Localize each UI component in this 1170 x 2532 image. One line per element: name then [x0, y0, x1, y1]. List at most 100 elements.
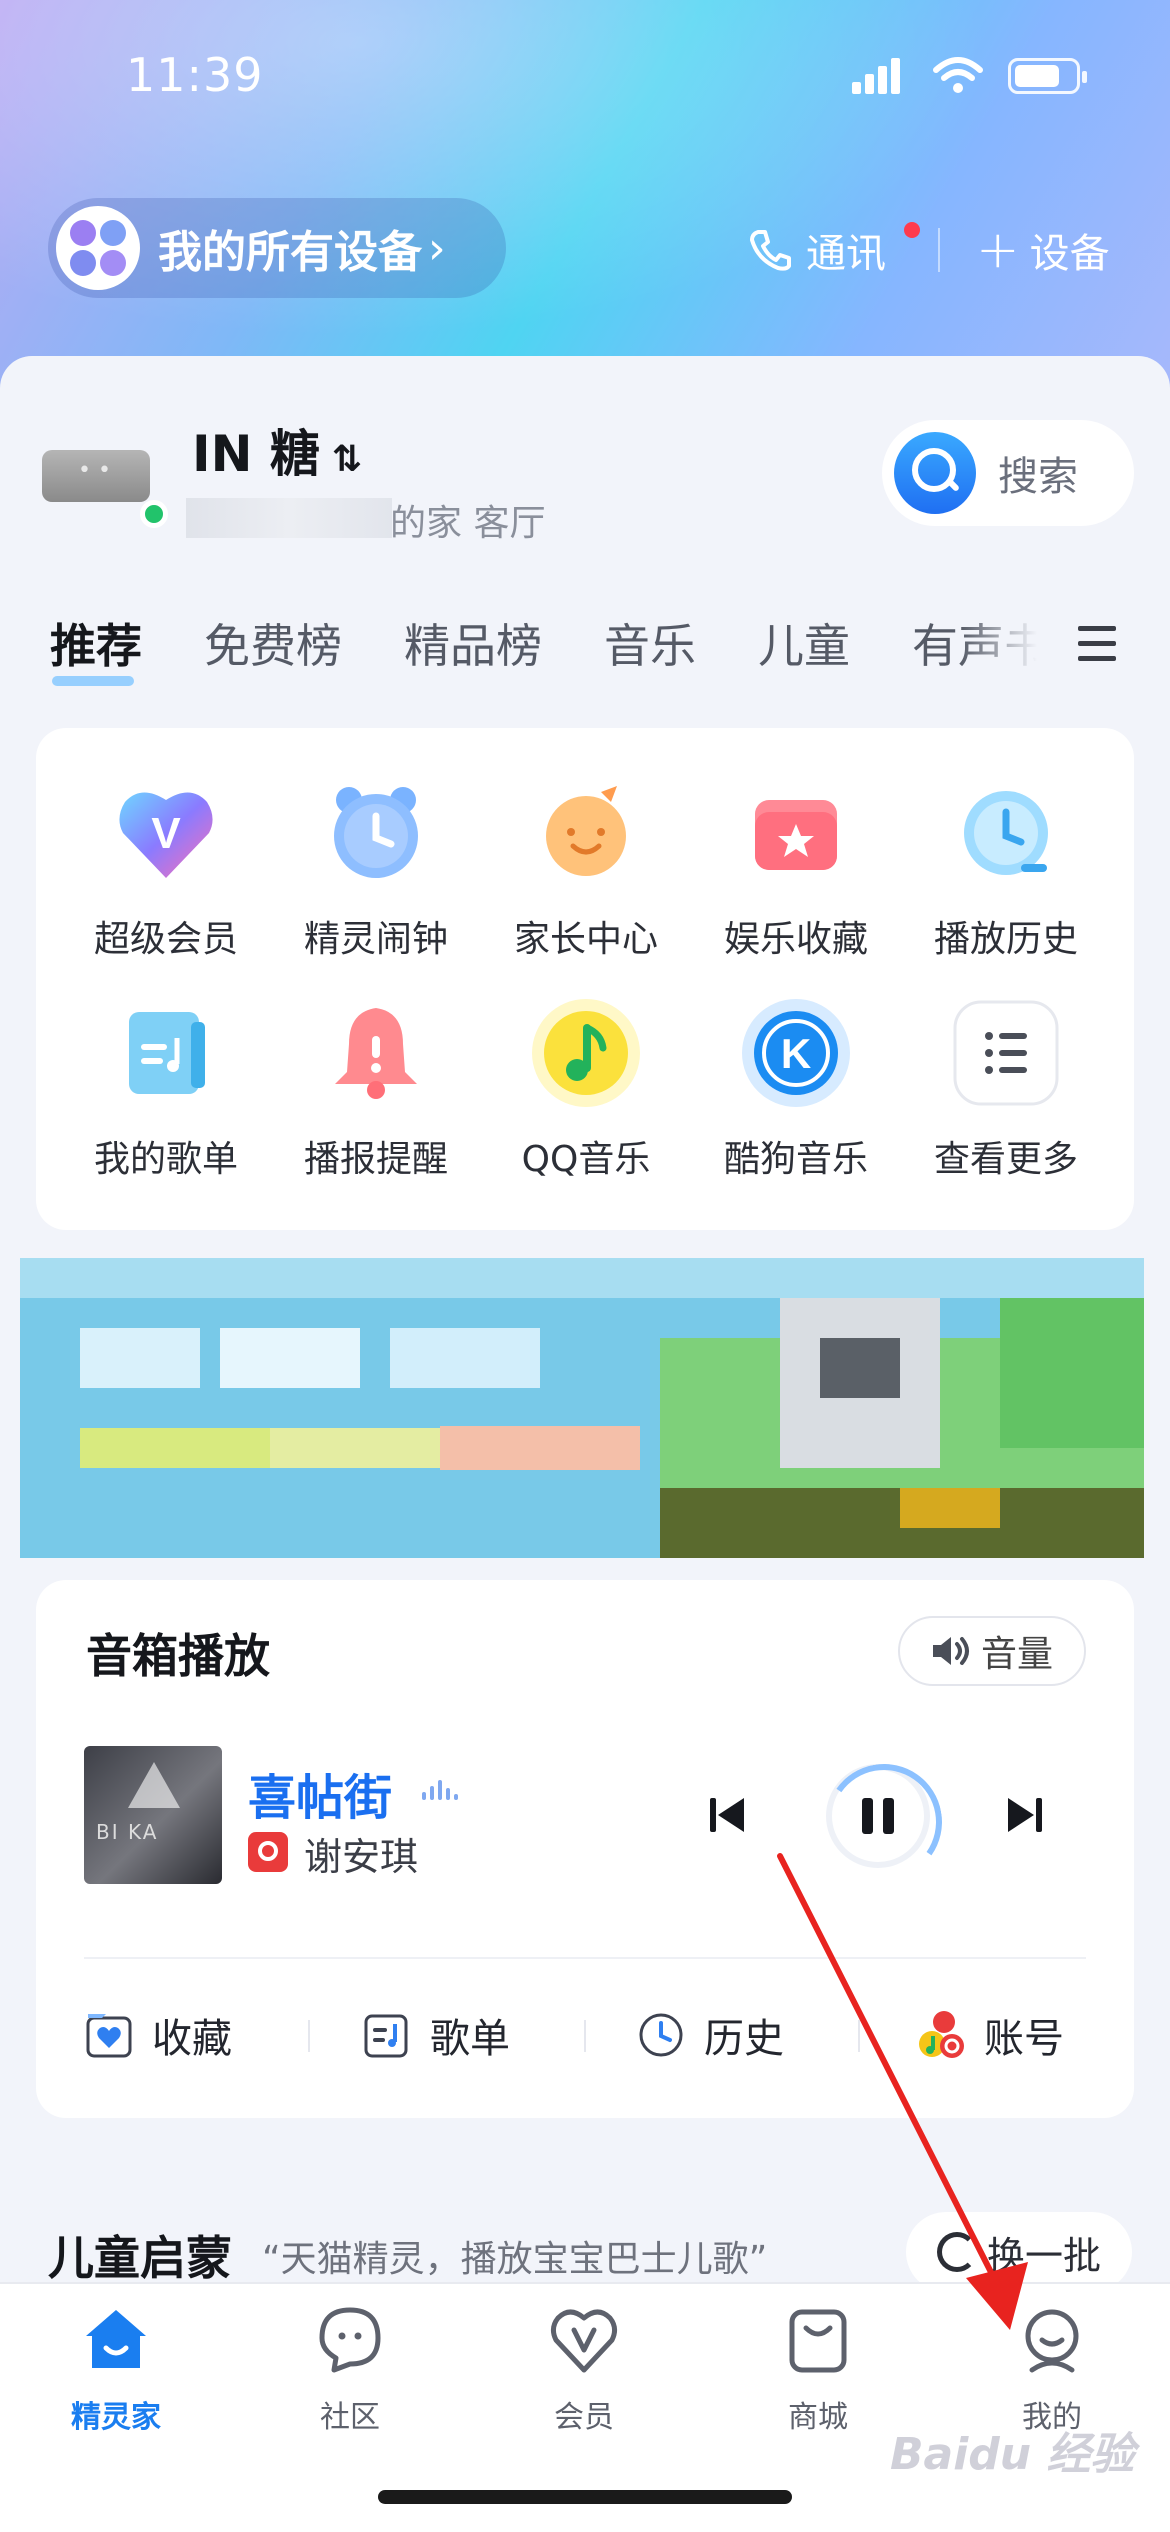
- grid-item-reminder[interactable]: 播报提醒: [276, 998, 476, 1208]
- messages-button[interactable]: 通讯: [748, 220, 920, 280]
- grid-item-qq-music[interactable]: QQ音乐: [486, 998, 686, 1208]
- nav-vip[interactable]: 会员: [504, 2304, 664, 2436]
- previous-track-icon[interactable]: [704, 1792, 750, 1838]
- pause-icon: [860, 1798, 896, 1834]
- grid-item-favorites[interactable]: 娱乐收藏: [696, 778, 896, 988]
- search-button[interactable]: 搜索: [882, 420, 1134, 526]
- grid-item-history[interactable]: 播放历史: [906, 778, 1106, 988]
- parent-center-icon: [531, 778, 641, 888]
- grid-label: 精灵闹钟: [303, 919, 448, 960]
- home-icon: [86, 2310, 146, 2368]
- status-time: 11:39: [126, 48, 264, 102]
- grid-item-more[interactable]: 查看更多: [906, 998, 1106, 1208]
- notification-dot: [904, 222, 920, 238]
- pause-button[interactable]: [826, 1764, 930, 1868]
- category-tabs: 推荐 免费榜 精品榜 音乐 儿童 有声书: [50, 610, 1050, 686]
- grid-item-parent-center[interactable]: 家长中心: [486, 778, 686, 988]
- refresh-button[interactable]: 换一批: [906, 2212, 1132, 2292]
- tab-recommended[interactable]: 推荐: [50, 610, 142, 686]
- blurred-owner-name: [186, 498, 392, 538]
- tab-kids[interactable]: 儿童: [758, 610, 850, 680]
- nav-home[interactable]: 精灵家: [36, 2304, 196, 2436]
- all-devices-button[interactable]: 我的所有设备 ›: [48, 198, 506, 298]
- account-label: 账号: [984, 2016, 1064, 2062]
- promo-banner[interactable]: [20, 1258, 1144, 1558]
- header-divider: [938, 228, 940, 272]
- home-indicator: [378, 2490, 792, 2504]
- profile-icon: [1025, 2309, 1079, 2373]
- speaker-player-card: 音箱播放 音量 喜帖街 谢安琪 收藏: [36, 1580, 1134, 2118]
- player-divider: [84, 1957, 1086, 1959]
- tab-premium-chart[interactable]: 精品榜: [404, 610, 542, 680]
- nav-vip-label: 会员: [554, 2400, 614, 2435]
- cellular-signal-icon: [852, 58, 902, 94]
- tabs-menu-icon[interactable]: [1078, 626, 1118, 662]
- super-vip-icon: V: [111, 778, 221, 888]
- switch-device-icon[interactable]: ⇅: [332, 439, 362, 480]
- playlist-label: 歌单: [430, 2016, 510, 2062]
- grid-label: 娱乐收藏: [723, 919, 868, 960]
- speaker-volume-icon: [932, 1637, 969, 1665]
- search-icon: [894, 432, 976, 514]
- grid-item-alarm[interactable]: 精灵闹钟: [276, 778, 476, 988]
- action-separator: [308, 2020, 310, 2052]
- baidu-watermark: Baidu 经验: [890, 2429, 1135, 2480]
- grid-item-super-vip[interactable]: V 超级会员: [66, 778, 266, 988]
- nav-home-label: 精灵家: [71, 2400, 161, 2435]
- plus-icon: +: [976, 220, 1020, 280]
- shop-bag-icon: [789, 2309, 847, 2373]
- account-button[interactable]: 账号: [916, 2000, 1064, 2070]
- action-separator: [858, 2020, 860, 2052]
- phone-icon: [750, 230, 791, 271]
- playing-wave-icon: [422, 1780, 458, 1800]
- nav-shop[interactable]: 商城: [738, 2304, 898, 2436]
- nav-community-label: 社区: [320, 2400, 380, 2435]
- volume-label: 音量: [980, 1634, 1053, 1675]
- more-list-icon: [951, 998, 1061, 1108]
- action-separator: [584, 2020, 586, 2052]
- add-device-label: 设备: [1029, 231, 1110, 277]
- grid-label: 酷狗音乐: [723, 1139, 868, 1180]
- history-clock-icon: [639, 2013, 683, 2057]
- grid-label: 超级会员: [93, 919, 238, 960]
- nav-profile[interactable]: 我的: [972, 2304, 1132, 2436]
- grid-label: 播报提醒: [303, 1139, 448, 1180]
- player-title: 音箱播放: [86, 1629, 270, 1683]
- song-title[interactable]: 喜帖街: [248, 1758, 392, 1828]
- online-status-dot: [140, 500, 168, 528]
- add-device-button[interactable]: + 设备: [976, 220, 1110, 280]
- history-button[interactable]: 历史: [636, 2000, 784, 2070]
- tabs-fade: [960, 600, 1070, 680]
- device-name-text: IN 糖: [192, 425, 320, 483]
- battery-icon: [1008, 58, 1087, 94]
- device-location: 的家 客厅: [390, 503, 546, 544]
- playlist-icon: [364, 2014, 408, 2058]
- my-playlist-icon: [111, 998, 221, 1108]
- devices-grid-icon: [56, 206, 140, 290]
- grid-item-my-playlist[interactable]: 我的歌单: [66, 998, 266, 1208]
- refresh-icon: [936, 2232, 977, 2272]
- favorites-folder-icon: [741, 778, 851, 888]
- volume-button[interactable]: 音量: [898, 1616, 1086, 1686]
- nav-community[interactable]: 社区: [270, 2304, 430, 2436]
- tab-free-chart[interactable]: 免费榜: [204, 610, 342, 680]
- svg-text:K: K: [781, 1030, 811, 1077]
- next-track-icon[interactable]: [1002, 1792, 1048, 1838]
- album-cover[interactable]: [84, 1746, 222, 1884]
- search-label: 搜索: [998, 454, 1078, 500]
- grid-item-kugou-music[interactable]: K 酷狗音乐: [696, 998, 896, 1208]
- favorite-label: 收藏: [152, 2016, 232, 2062]
- device-name[interactable]: IN 糖 ⇅: [192, 414, 362, 486]
- tab-music[interactable]: 音乐: [604, 610, 696, 680]
- shortcut-grid: V 超级会员 精灵闹钟 家长中心 娱乐收藏 播放历史 我的歌单 播报提醒 QQ音…: [36, 728, 1134, 1230]
- speaker-device-icon[interactable]: [42, 450, 150, 502]
- all-devices-label: 我的所有设备: [158, 227, 422, 278]
- qq-music-icon: [531, 998, 641, 1108]
- playlist-button[interactable]: 歌单: [362, 2000, 510, 2070]
- favorite-button[interactable]: 收藏: [84, 2000, 232, 2070]
- history-label: 历史: [704, 2016, 784, 2062]
- vip-icon: [550, 2309, 618, 2373]
- messages-label: 通讯: [806, 231, 886, 277]
- grid-label: 查看更多: [933, 1139, 1078, 1180]
- account-icon: [919, 2011, 964, 2058]
